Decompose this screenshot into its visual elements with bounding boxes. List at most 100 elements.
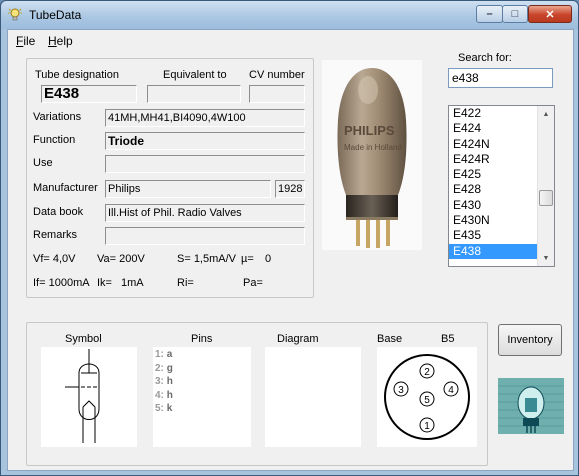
list-item[interactable]: E430N xyxy=(449,213,537,228)
diagram-panel xyxy=(265,347,361,447)
list-item[interactable]: E425 xyxy=(449,167,537,182)
if-value: If= 1000mA xyxy=(33,277,90,289)
designation-label: Tube designation xyxy=(35,69,119,81)
tube-photo: PHILIPS Made in Holland xyxy=(322,60,422,250)
s-value: S= 1,5mA/V xyxy=(177,253,237,265)
base-type-value: B5 xyxy=(441,333,455,345)
minimize-button[interactable]: – xyxy=(476,5,503,23)
pin-number: 4: xyxy=(155,389,164,401)
pin-row: 2: g xyxy=(155,363,173,374)
pins-label: Pins xyxy=(191,333,213,345)
pins-panel: 1: a 2: g 3: h 4: h 5: k xyxy=(153,347,251,447)
vf-value: Vf= 4,0V xyxy=(33,253,76,265)
databook-label: Data book xyxy=(33,206,84,218)
scroll-down-icon[interactable]: ▼ xyxy=(538,250,554,266)
base-pin-label: 5 xyxy=(424,395,430,406)
pin-number: 5: xyxy=(155,403,164,414)
lightbulb-icon xyxy=(8,8,22,21)
remarks-label: Remarks xyxy=(33,229,78,241)
symbol-panel xyxy=(41,347,137,447)
cv-number-field[interactable] xyxy=(249,85,305,103)
app-logo xyxy=(498,378,564,434)
search-label: Search for: xyxy=(458,52,512,64)
list-item[interactable]: E424N xyxy=(449,137,537,152)
tube-info-group: Tube designation Equivalent to CV number… xyxy=(26,58,314,298)
function-label: Function xyxy=(33,134,76,146)
pa-label: Pa= xyxy=(243,277,263,289)
list-item[interactable]: E435 xyxy=(449,228,537,243)
search-input[interactable]: e438 xyxy=(448,68,553,88)
ik-label: Ik= xyxy=(97,277,112,289)
databook-field[interactable]: Ill.Hist of Phil. Radio Valves xyxy=(105,204,305,222)
function-field[interactable]: Triode xyxy=(105,132,305,150)
use-field[interactable] xyxy=(105,155,305,173)
menu-help[interactable]: Help xyxy=(48,34,73,48)
pin-number: 1: xyxy=(155,349,164,360)
pin-row: 1: a xyxy=(155,349,172,360)
base-pin-label: 4 xyxy=(448,385,454,396)
pin-row: 3: h xyxy=(155,376,173,387)
close-icon: ✕ xyxy=(545,8,555,21)
pin-number: 2: xyxy=(155,362,164,374)
photo-sub-text: Made in Holland xyxy=(344,143,402,152)
base-pin-label: 2 xyxy=(424,367,430,378)
diagram-group: Symbol Pins Diagram Base B5 1: a 2: g 3:… xyxy=(26,322,488,466)
mu-label: µ= xyxy=(241,253,254,265)
maximize-icon: □ xyxy=(511,8,519,20)
base-pin-label: 3 xyxy=(398,385,404,396)
base-panel: 2 3 4 5 1 xyxy=(377,347,477,447)
scroll-thumb[interactable] xyxy=(539,190,553,206)
tube-logo-icon xyxy=(498,378,564,434)
pin-row: 4: h xyxy=(155,390,173,401)
photo-brand-text: PHILIPS xyxy=(344,123,395,138)
list-item[interactable]: E424 xyxy=(449,121,537,136)
pin-number: 3: xyxy=(155,376,164,387)
list-item[interactable]: E438 xyxy=(449,243,537,259)
app-window: TubeData – □ ✕ File Help Tube designatio… xyxy=(0,0,579,476)
menu-file[interactable]: File xyxy=(16,34,35,48)
list-item[interactable]: E428 xyxy=(449,182,537,197)
designation-field[interactable]: E438 xyxy=(41,85,137,103)
list-item[interactable]: E422 xyxy=(449,106,537,121)
manufacturer-label: Manufacturer xyxy=(33,182,98,194)
inventory-button[interactable]: Inventory xyxy=(498,324,562,356)
maximize-button[interactable]: □ xyxy=(502,5,528,23)
variations-field[interactable]: 41MH,MH41,BI4090,4W100 xyxy=(105,109,305,127)
va-value: Va= 200V xyxy=(97,253,145,265)
title-bar[interactable]: TubeData – □ ✕ xyxy=(1,1,578,29)
base-pin-diagram: 2 3 4 5 1 xyxy=(384,354,470,440)
pin-function: h xyxy=(166,376,173,387)
close-button[interactable]: ✕ xyxy=(528,5,572,23)
triode-symbol-icon xyxy=(65,349,100,443)
client-area: File Help Tube designation Equivalent to… xyxy=(7,29,574,471)
ik-value: 1mA xyxy=(121,277,144,289)
pin-function: k xyxy=(166,403,173,414)
menu-bar: File Help xyxy=(8,30,573,50)
base-label: Base xyxy=(377,333,403,345)
diagram-label: Diagram xyxy=(277,333,319,345)
year-field[interactable]: 1928 xyxy=(275,180,305,198)
equivalent-field[interactable] xyxy=(147,85,241,103)
pin-row: 5: k xyxy=(155,403,172,414)
use-label: Use xyxy=(33,157,53,169)
tube-list-scrollbar[interactable]: ▲ ▼ xyxy=(537,106,554,266)
tube-list[interactable]: E422 E424 E424N E424R E425 E428 E430 E430N E435 E… xyxy=(448,105,555,267)
remarks-field[interactable] xyxy=(105,227,305,245)
base-pin-label: 1 xyxy=(424,421,430,432)
pin-function: h xyxy=(166,389,173,401)
mu-value: 0 xyxy=(265,253,272,265)
tube-image: PHILIPS Made in Holland xyxy=(337,68,407,248)
equivalent-label: Equivalent to xyxy=(163,69,227,81)
window-title: TubeData xyxy=(29,8,82,22)
pin-function: g xyxy=(166,362,173,374)
pin-function: a xyxy=(166,349,173,360)
manufacturer-field[interactable]: Philips xyxy=(105,180,271,198)
symbol-label: Symbol xyxy=(65,333,102,345)
list-item[interactable]: E424R xyxy=(449,152,537,167)
list-item[interactable]: E430 xyxy=(449,198,537,213)
cv-number-label: CV number xyxy=(249,69,305,81)
scroll-up-icon[interactable]: ▲ xyxy=(538,106,554,122)
ri-label: Ri= xyxy=(177,277,194,289)
minimize-icon: – xyxy=(486,8,493,20)
variations-label: Variations xyxy=(33,111,82,123)
